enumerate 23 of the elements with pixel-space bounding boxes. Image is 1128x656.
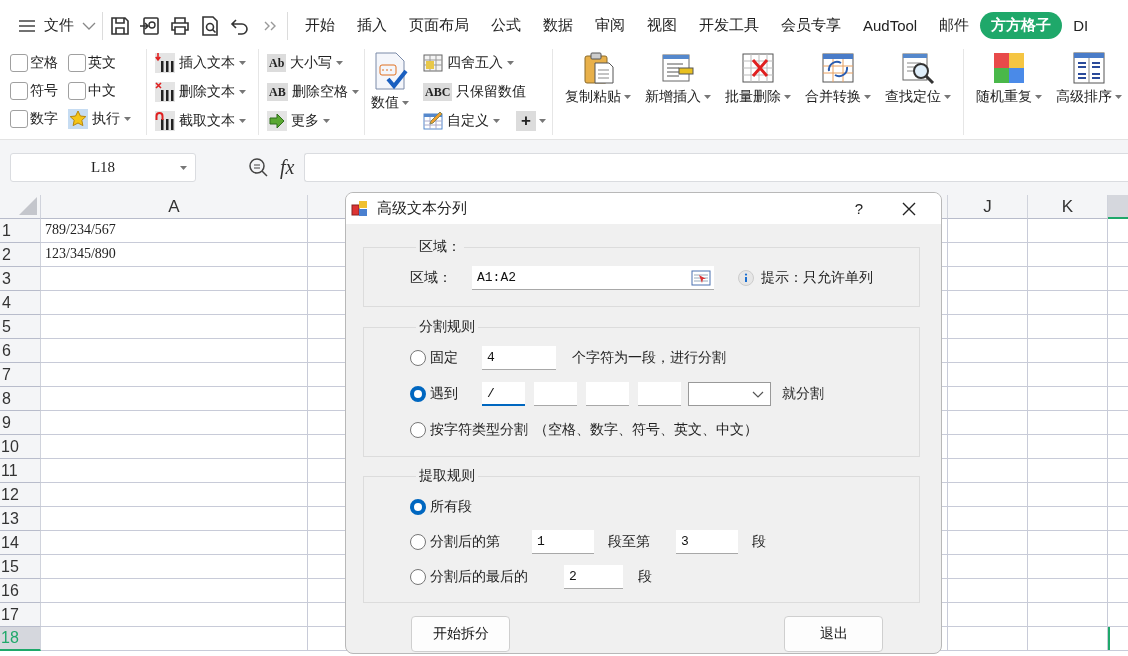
group-legend: 分割规则 — [416, 318, 478, 336]
group-legend: 区域： — [416, 238, 464, 256]
checkbox-label: 空格 — [30, 54, 58, 72]
hint-text: 提示：只允许单列 — [761, 269, 873, 287]
dialog-title: 高级文本分列 — [377, 199, 468, 218]
checkbox-label: 符号 — [30, 82, 58, 100]
option-text: 个字符为一段，进行分割 — [572, 349, 726, 367]
letters-icon: AB — [267, 83, 288, 101]
option-text: 段至第 — [608, 532, 651, 551]
field-label: 区域： — [410, 269, 453, 287]
group-legend: 提取规则 — [416, 467, 478, 485]
checkbox-label: 英文 — [88, 54, 116, 72]
function-label: fx — [280, 156, 295, 179]
letters-icon: Ab — [267, 54, 287, 73]
table-cell: 789/234/567 — [41, 219, 308, 243]
option-text: 就分割 — [782, 385, 824, 403]
option-text: （空格、数字、符号、英文、中文） — [534, 421, 758, 439]
checkbox-label: 中文 — [88, 82, 116, 100]
option-text: 段 — [638, 567, 652, 586]
checkbox-label: 数字 — [30, 110, 58, 128]
table-cell: 123/345/890 — [41, 243, 308, 267]
letters-icon: ABC — [423, 82, 453, 101]
option-text: 段 — [752, 532, 766, 551]
